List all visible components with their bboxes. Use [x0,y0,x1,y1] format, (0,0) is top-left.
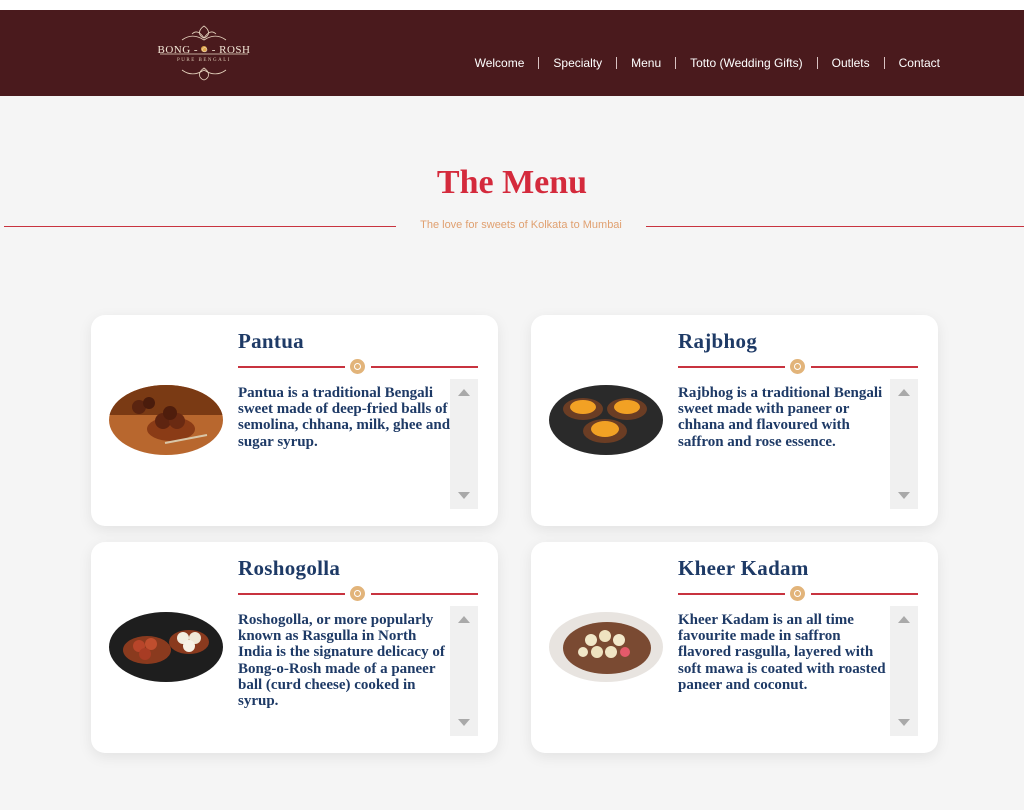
divider-line [646,226,1024,227]
menu-card-pantua: Pantua Pantua is a traditional Bengali s… [91,315,498,526]
circle-ornament-icon [790,359,805,374]
item-description: Roshogolla, or more popularly known as R… [238,612,445,710]
subtitle-row: The love for sweets of Kolkata to Mumbai [0,218,1024,236]
logo-tagline: PURE BENGALI [177,58,231,63]
pantua-image [109,385,223,455]
description-scrollbar[interactable] [450,606,478,736]
triangle-up-icon[interactable] [898,616,910,623]
item-title: Kheer Kadam [678,556,809,580]
rajbhog-image [549,385,663,455]
page-subtitle: The love for sweets of Kolkata to Mumbai [420,219,622,231]
description-scrollbar[interactable] [890,379,918,509]
item-title: Pantua [238,329,304,353]
nav-welcome[interactable]: Welcome [461,56,539,70]
title-divider [678,585,918,601]
triangle-up-icon[interactable] [898,389,910,396]
title-divider [678,358,918,374]
circle-ornament-icon [350,586,365,601]
title-divider [238,585,478,601]
kheer-kadam-image [549,612,663,682]
page-title: The Menu [436,164,588,201]
item-description: Rajbhog is a traditional Bengali sweet m… [678,385,883,450]
item-title: Rajbhog [678,329,758,353]
triangle-up-icon[interactable] [458,389,470,396]
triangle-down-icon[interactable] [458,719,470,726]
brand-logo[interactable]: BONG - ○ - ROSH PURE BENGALI [152,24,256,82]
menu-card-roshogolla: Roshogolla Roshogolla, or more popularly… [91,542,498,753]
triangle-down-icon[interactable] [898,719,910,726]
circle-ornament-icon [350,359,365,374]
nav-outlets[interactable]: Outlets [818,56,884,70]
triangle-down-icon[interactable] [898,492,910,499]
triangle-down-icon[interactable] [458,492,470,499]
triangle-up-icon[interactable] [458,616,470,623]
divider-line [4,226,396,227]
item-title: Roshogolla [238,556,341,580]
menu-card-kheer-kadam: Kheer Kadam Kheer Kadam is an all time f… [531,542,938,753]
logo-wordmark: BONG - ○ - ROSH [157,44,251,56]
item-description: Kheer Kadam is an all time favourite mad… [678,612,886,693]
nav-contact[interactable]: Contact [885,56,954,70]
circle-ornament-icon [790,586,805,601]
site-header: BONG - ○ - ROSH PURE BENGALI Welcome Spe… [0,10,1024,96]
roshogolla-image [109,612,223,682]
description-scrollbar[interactable] [450,379,478,509]
title-divider [238,358,478,374]
nav-specialty[interactable]: Specialty [539,56,616,70]
description-scrollbar[interactable] [890,606,918,736]
main-nav: Welcome Specialty Menu Totto (Wedding Gi… [461,20,954,106]
nav-menu[interactable]: Menu [617,56,675,70]
menu-card-rajbhog: Rajbhog Rajbhog is a traditional Bengali… [531,315,938,526]
item-description: Pantua is a traditional Bengali sweet ma… [238,385,451,450]
nav-wedding-gifts[interactable]: Totto (Wedding Gifts) [676,56,817,70]
top-strip [0,0,1024,10]
